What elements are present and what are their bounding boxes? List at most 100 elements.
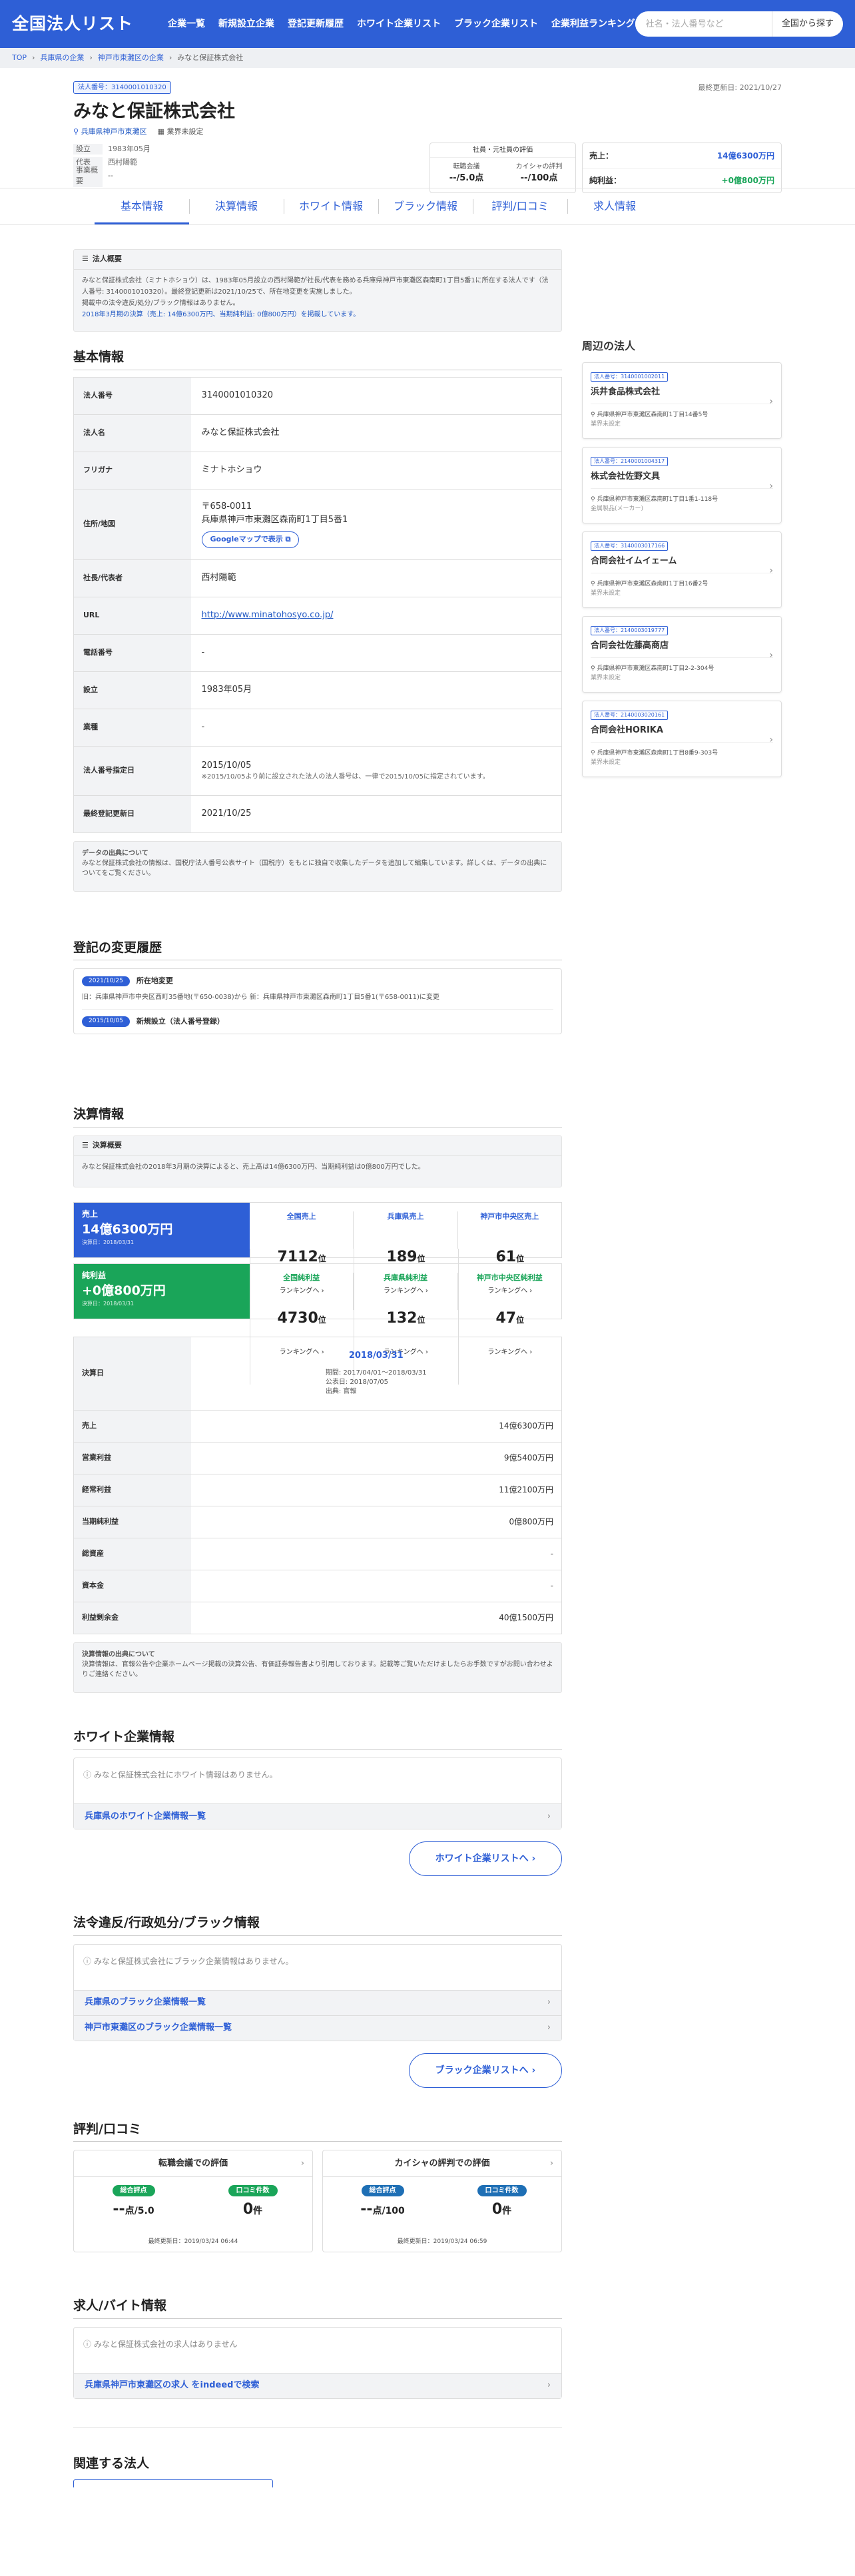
- rank-national-profit[interactable]: 全国純利益 4730位 ランキングへ ›: [250, 1273, 353, 1385]
- table-row: 法人番号 3140001010320: [73, 377, 562, 415]
- chevron-right-icon: ›: [769, 735, 773, 745]
- tab-basic[interactable]: 基本情報: [95, 188, 189, 224]
- nearby-card[interactable]: 法人番号：2140001004317 株式会社佐野文具 ⚲ 兵庫県神戸市東灘区森南…: [582, 447, 782, 523]
- tab-white[interactable]: ホワイト情報: [284, 188, 378, 224]
- white-box: ⓘ みなと保証株式会社にホワイト情報はありません。 兵庫県のホワイト企業情報一覧…: [73, 1758, 562, 1829]
- review-box-kaisha[interactable]: カイシャの評判での評価 › 総合評点 --点/100 口コミ件数 0件 最終更新日：2…: [322, 2150, 562, 2252]
- chevron-right-icon: ›: [547, 1811, 551, 1821]
- overview-settlement-link[interactable]: 2018年3月期の決算（売上: 14億6300万円、当期純利益: 0億800万円…: [82, 311, 360, 318]
- history-date: 2021/10/25: [82, 976, 130, 986]
- corporate-number-badge: 法人番号：3140001010320: [73, 81, 171, 94]
- nav-black-list[interactable]: ブラック企業リスト: [454, 17, 538, 31]
- table-row: 法人名 みなと保証株式会社: [73, 414, 562, 452]
- table-row: 資本金 -: [73, 1570, 562, 1602]
- table-row: 住所/地図 〒658-0011 兵庫県神戸市東灘区森南町1丁目5番1 Googleマッ…: [73, 489, 562, 560]
- nav-registry-updates[interactable]: 登記更新履歴: [288, 17, 344, 31]
- reviews-title: 評判/口コミ: [73, 2120, 562, 2142]
- eval-title: 社員・元社員の評価: [430, 143, 575, 158]
- meta-value: 1983年05月: [108, 144, 150, 153]
- eval-item[interactable]: 転職会議 --/5.0点: [430, 158, 503, 185]
- tab-black[interactable]: ブラック情報: [378, 188, 473, 224]
- nearby-card[interactable]: 法人番号：3140003017166 合同会社イムイェーム ⚲ 兵庫県神戸市東灘区…: [582, 531, 782, 608]
- settlement-summary-box: ☰ 決算概要 みなと保証株式会社の2018年3月期の決算によると、売上高は14億6…: [73, 1135, 562, 1187]
- related-title: 関連する法人: [73, 2455, 150, 2471]
- location-link[interactable]: 兵庫県神戸市東灘区: [81, 127, 147, 136]
- chevron-right-icon: ›: [547, 2380, 551, 2391]
- black-box: ⓘ みなと保証株式会社にブラック企業情報はありません。 兵庫県のブラック企業情報…: [73, 1943, 562, 2041]
- tab-bar-wrap: 基本情報 決算情報 ホワイト情報 ブラック情報 評判/口コミ 求人情報: [0, 188, 855, 225]
- settlement-title: 決算情報: [73, 1105, 562, 1127]
- header-search: 全国から探す: [635, 11, 843, 37]
- rank-city-sales[interactable]: 神戸市中央区売上 61位 ランキングへ ›: [457, 1211, 561, 1323]
- black-prefecture-link[interactable]: 兵庫県のブラック企業情報一覧 ›: [74, 1989, 561, 2015]
- nearby-card[interactable]: 法人番号：2140003020161 合同会社HORIKA ⚲ 兵庫県神戸市東灘区…: [582, 701, 782, 777]
- pin-icon: ⚲: [591, 496, 595, 503]
- chevron-right-icon: ›: [547, 2023, 551, 2033]
- meta-key: 事業概要: [73, 164, 103, 187]
- jobs-title: 求人/バイト情報: [73, 2296, 562, 2319]
- industry-label: 業界未設定: [166, 127, 204, 136]
- nav-profit-ranking[interactable]: 企業利益ランキング: [551, 17, 635, 31]
- breadcrumb-separator: ›: [32, 53, 35, 62]
- breadcrumb-current: みなと保証株式会社: [177, 53, 244, 62]
- related-card[interactable]: [73, 2479, 273, 2487]
- history-detail: 旧：兵庫県神戸市中央区西町35番地(〒650-0038)から 新：兵庫県神戸市東…: [82, 987, 553, 1010]
- tab-bar: 基本情報 決算情報 ホワイト情報 ブラック情報 評判/口コミ 求人情報: [0, 188, 855, 225]
- data-source-box: データの出典について みなと保証株式会社の情報は、国税庁法人番号公表サイト（国税…: [73, 840, 562, 892]
- search-button[interactable]: 全国から探す: [771, 11, 843, 37]
- breadcrumb-prefecture[interactable]: 兵庫県の企業: [40, 53, 84, 64]
- rank-prefecture-sales[interactable]: 兵庫県売上 189位 ランキングへ ›: [353, 1211, 457, 1323]
- nav-white-list[interactable]: ホワイト企業リスト: [357, 17, 441, 31]
- external-link-icon: ⧉: [285, 535, 291, 544]
- meta-value: --: [108, 170, 113, 180]
- content-area: 周辺の法人 法人番号：3140001002011 浜井食品株式会社 ⚲ 兵庫県神戸…: [73, 225, 782, 2576]
- company-header: 法人番号：3140001010320 最終更新日: 2021/10/27 みなと…: [0, 68, 855, 225]
- basic-info-table: 法人番号 3140001010320 法人名 みなと保証株式会社 フリガナ ミナトホシ…: [73, 376, 562, 833]
- table-row: 当期純利益 0億800万円: [73, 1506, 562, 1538]
- white-list-button[interactable]: ホワイト企業リストへ ›: [409, 1841, 562, 1876]
- tab-jobs[interactable]: 求人情報: [567, 188, 662, 224]
- company-name: みなと保証株式会社: [73, 101, 235, 122]
- nav-company-list[interactable]: 企業一覧: [168, 17, 205, 31]
- breadcrumb-top[interactable]: TOP: [12, 53, 27, 64]
- overview-text: 掲載中の法令違反/処分/ブラック情報はありません。: [82, 300, 240, 307]
- info-icon: ⓘ: [83, 1956, 92, 1966]
- breadcrumb-city[interactable]: 神戸市東灘区の企業: [98, 53, 164, 64]
- black-city-link[interactable]: 神戸市東灘区のブラック企業情報一覧 ›: [74, 2015, 561, 2041]
- company-url-link[interactable]: http://www.minatohosyo.co.jp/: [202, 610, 334, 620]
- breadcrumb: TOP › 兵庫県の企業 › 神戸市東灘区の企業 › みなと保証株式会社: [0, 48, 855, 68]
- info-icon: ⓘ: [83, 1770, 92, 1779]
- table-row: 社長/代表者 西村陽範: [73, 559, 562, 597]
- site-logo[interactable]: 全国法人リスト: [12, 11, 133, 37]
- white-list-link[interactable]: 兵庫県のホワイト企業情報一覧 ›: [74, 1803, 561, 1829]
- white-title: ホワイト企業情報: [73, 1728, 562, 1750]
- sales-ranking-row: 売上 14億6300万円 決算日：2018/03/31 全国売上 7112位 ランキング…: [73, 1201, 562, 1323]
- google-map-button[interactable]: Googleマップで表示 ⧉: [201, 531, 300, 548]
- tab-settlement[interactable]: 決算情報: [189, 188, 284, 224]
- rank-city-profit[interactable]: 神戸市中央区純利益 47位 ランキングへ ›: [457, 1272, 561, 1385]
- table-row: 営業利益 9億5400万円: [73, 1442, 562, 1474]
- nav-new-companies[interactable]: 新規設立企業: [218, 17, 274, 31]
- history-title: 登記の変更履歴: [73, 938, 562, 960]
- rank-national-sales[interactable]: 全国売上 7112位 ランキングへ ›: [250, 1211, 353, 1323]
- meta-key: 設立: [73, 143, 103, 155]
- black-title: 法令違反/行政処分/ブラック情報: [73, 1913, 562, 1936]
- nearby-title: 周辺の法人: [582, 340, 636, 352]
- jobs-box: ⓘ みなと保証株式会社の求人はありません 兵庫県神戸市東灘区の求人 をindee…: [73, 2326, 562, 2399]
- review-box-tenshoku[interactable]: 転職会議での評価 › 総合評点 --点/5.0 口コミ件数 0件 最終更新日：2019…: [73, 2150, 313, 2252]
- basic-info-title: 基本情報: [73, 348, 562, 370]
- eval-item[interactable]: カイシャの評判 --/100点: [503, 158, 575, 185]
- company-meta: 設立 1983年05月 代表 西村陽範 事業概要 --: [73, 143, 150, 187]
- rank-prefecture-profit[interactable]: 兵庫県純利益 132位 ランキングへ ›: [353, 1272, 457, 1385]
- address-text: 兵庫県神戸市東灘区森南町1丁目5番1: [201, 514, 348, 525]
- finance-summary-box: 売上： 14億6300万円 純利益： +0億800万円: [582, 143, 782, 193]
- search-input[interactable]: [635, 19, 772, 29]
- table-row: 売上 14億6300万円: [73, 1410, 562, 1443]
- nearby-card[interactable]: 法人番号：3140001002011 浜井食品株式会社 ⚲ 兵庫県神戸市東灘区森南…: [582, 362, 782, 439]
- overview-text: みなと保証株式会社（ミナトホショウ）は、1983年05月設立の西村陽範が社長/代…: [82, 277, 549, 296]
- black-list-button[interactable]: ブラック企業リストへ ›: [409, 2053, 562, 2088]
- history-item: 2021/10/25 所在地変更: [82, 976, 553, 987]
- tab-reviews[interactable]: 評判/口コミ: [473, 188, 567, 224]
- indeed-search-link[interactable]: 兵庫県神戸市東灘区の求人 をindeedで検索 ›: [74, 2372, 561, 2398]
- nearby-card[interactable]: 法人番号：2140003019777 合同会社佐藤高商店 ⚲ 兵庫県神戸市東灘区森…: [582, 616, 782, 693]
